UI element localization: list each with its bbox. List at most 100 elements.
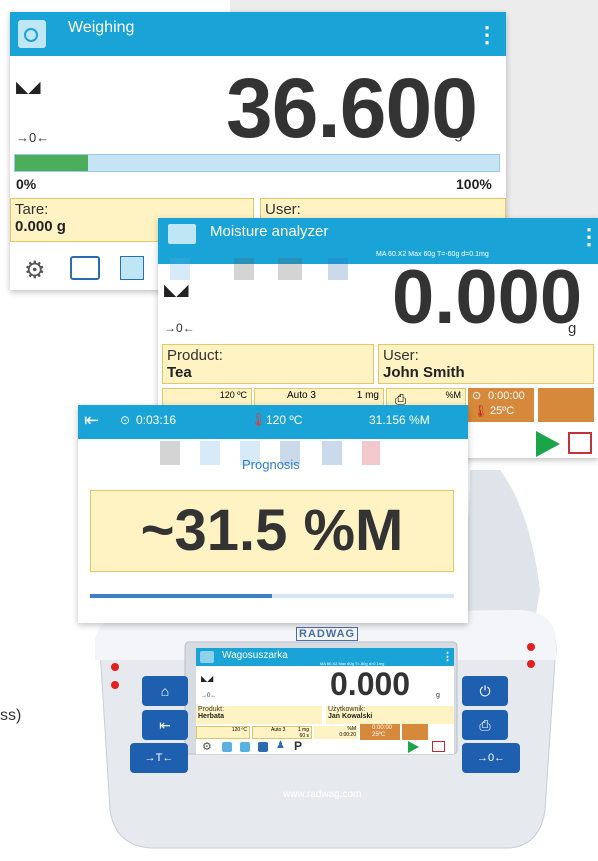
- zero-indicator: →0←: [16, 130, 50, 145]
- home-icon: ⌂: [160, 683, 170, 699]
- mini-p-icon[interactable]: P: [294, 739, 302, 753]
- prognosis-panel: ⇤ ⊙ 0:03:16 🌡 120 ºC 31.156 %M Prognosis…: [78, 405, 468, 623]
- moisture-value: 0.000: [392, 255, 583, 340]
- moisture-faded-icons: [170, 258, 420, 280]
- mini-user-label: Użytkownik:: [328, 706, 366, 713]
- weighing-calibration-icon[interactable]: [70, 256, 100, 280]
- timer-value: 0:00:00: [488, 390, 525, 402]
- current-moisture: 31.156 %M: [369, 413, 430, 427]
- power-button[interactable]: ⏻: [462, 676, 508, 706]
- product-value: Tea: [167, 364, 192, 381]
- prognosis-thermo-icon: 🌡: [250, 412, 267, 427]
- mini-icon-2[interactable]: [240, 742, 250, 752]
- timer-box[interactable]: ⊙ 0:00:00 🌡 25ºC: [468, 388, 534, 422]
- exit-icon: ⇤: [159, 717, 171, 733]
- weighing-menu-icon[interactable]: ⋮: [476, 24, 498, 46]
- power-icon: ⏻: [479, 683, 491, 699]
- bar-max-label: 100%: [456, 176, 492, 192]
- thermometer-icon: 🌡: [473, 404, 489, 418]
- mini-user-icon[interactable]: ♟: [276, 740, 285, 751]
- moisture-zero-indicator: →0←: [164, 321, 195, 335]
- start-icon[interactable]: [536, 431, 560, 457]
- mini-timer: 0:00:00: [372, 725, 393, 731]
- mini-mode-box: Auto 3 1 mg 60 s: [252, 726, 312, 739]
- right-indicator-bottom: [527, 660, 535, 668]
- zero-button[interactable]: →0←: [462, 743, 520, 773]
- side-text: ss): [0, 707, 22, 724]
- weighing-value: 36.600: [226, 61, 478, 155]
- back-icon[interactable]: ⇤: [84, 410, 99, 431]
- mini-product-value: Herbata: [198, 713, 225, 720]
- tare-label: →T←: [144, 752, 174, 764]
- mini-start-icon[interactable]: [408, 741, 419, 753]
- mini-ambient: 25ºC: [372, 732, 386, 738]
- mini-stable-icon: ◣◢: [201, 674, 214, 683]
- moisture-menu-icon[interactable]: ⋮: [578, 226, 598, 248]
- mini-settings-icon[interactable]: ⚙: [202, 740, 212, 753]
- prognosis-temp: 120 ºC: [266, 413, 303, 427]
- weighing-db-icon[interactable]: [120, 256, 144, 280]
- mini-unit: g: [436, 692, 440, 699]
- exit-button[interactable]: ⇤: [142, 710, 188, 740]
- mini-icon-1[interactable]: [222, 742, 232, 752]
- mini-product-label: Produkt:: [198, 706, 225, 713]
- left-indicator-top: [111, 663, 119, 671]
- weighing-progress-fill: [15, 155, 88, 171]
- database-icon[interactable]: [568, 432, 592, 454]
- mg-value: 1 mg: [356, 390, 379, 401]
- mini-moist-box: %M 0:00:20: [314, 726, 358, 739]
- tare-button[interactable]: →T←: [130, 743, 188, 773]
- product-box[interactable]: Product: Tea: [162, 344, 374, 384]
- moisture-title: Moisture analyzer: [210, 223, 329, 240]
- print-button[interactable]: ⎙: [462, 710, 508, 740]
- weighing-title: Weighing: [68, 19, 135, 36]
- mini-mode: Auto 3: [271, 727, 286, 733]
- mini-product-box: Produkt: Herbata: [196, 706, 322, 724]
- ambient-value: 25ºC: [490, 405, 515, 417]
- print-icon: ⎙: [479, 717, 491, 733]
- mini-user-box: Użytkownik: Jan Kowalski: [326, 706, 454, 724]
- weighing-progress-track: [14, 154, 500, 172]
- mini-user-value: Jan Kowalski: [328, 713, 373, 720]
- mini-icon-3[interactable]: [258, 742, 268, 752]
- scale-icon[interactable]: [18, 20, 46, 48]
- mini-screen: Wagosuszarka MA 60.X2 Max 60g T=-60g d=0…: [196, 648, 454, 754]
- mini-temp-box: 120 ºC: [196, 726, 250, 739]
- moist-unit: %M: [445, 390, 462, 400]
- zero-label: →0←: [476, 752, 506, 764]
- moisture-user-box[interactable]: User: John Smith: [378, 344, 594, 384]
- moisture-user-value: John Smith: [383, 364, 465, 381]
- prognosis-label: Prognosis: [242, 457, 300, 472]
- mini-temp: 120 ºC: [231, 727, 247, 733]
- mini-timer-box: 0:00:00 25ºC: [360, 724, 400, 740]
- radwag-logo: RADWAG: [296, 627, 359, 641]
- weighing-user-label: User:: [265, 201, 301, 218]
- device-url: www.radwag.com: [283, 789, 362, 800]
- home-button[interactable]: ⌂: [142, 676, 188, 706]
- mini-value: 0.000: [330, 666, 411, 702]
- mini-title: Wagosuszarka: [222, 650, 288, 661]
- stable-icon: ◣◢: [16, 79, 41, 96]
- prognosis-progress-fill: [90, 594, 272, 598]
- mini-app-icon: [200, 651, 214, 663]
- weighing-unit: g: [454, 125, 463, 142]
- weighing-settings-icon[interactable]: ⚙: [24, 256, 46, 285]
- mini-db-icon[interactable]: [432, 741, 445, 752]
- bar-min-label: 0%: [16, 176, 37, 192]
- clock-icon: ⊙: [472, 390, 482, 402]
- mini-menu-icon[interactable]: ⋮: [442, 650, 453, 663]
- prognosis-value-box: ~31.5 %M: [90, 490, 454, 572]
- prognosis-progress-track: [90, 594, 454, 598]
- mini-zero-indicator: →0←: [201, 693, 217, 699]
- elapsed-time: 0:03:16: [136, 413, 177, 427]
- moisture-app-icon[interactable]: [168, 224, 196, 244]
- left-indicator-bottom: [111, 681, 119, 689]
- elapsed-clock-icon: ⊙: [120, 413, 131, 427]
- tray-icon[interactable]: [538, 388, 594, 422]
- mini-time2: 0:00:20: [339, 732, 356, 738]
- mini-tray-icon: [402, 724, 428, 740]
- tare-label: Tare:: [15, 201, 49, 218]
- prognosis-value: ~31.5 %M: [140, 498, 404, 563]
- moisture-stable-icon: ◣◢: [164, 282, 189, 299]
- right-indicator-top: [527, 643, 535, 651]
